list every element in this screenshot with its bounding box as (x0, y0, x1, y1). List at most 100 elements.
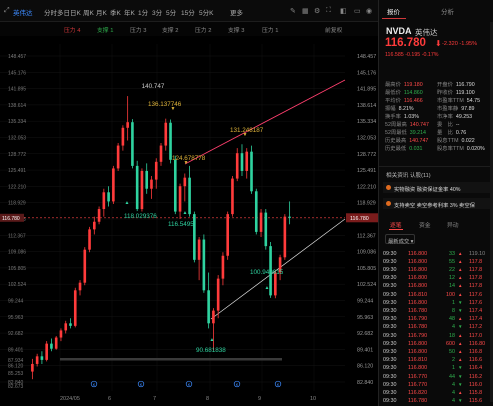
indicator-toggle[interactable]: 压力 3 (130, 25, 146, 34)
price-change: -2.320 -1.95% (442, 41, 478, 47)
fullscreen-icon[interactable]: ⛶ (326, 7, 331, 15)
indicator-toggle[interactable]: 压力 4 (64, 25, 80, 34)
candle-body (259, 212, 263, 232)
timeframe-tab[interactable]: 3分 (152, 7, 162, 17)
pivot-marker-icon: ▼ (171, 106, 176, 112)
trade-price: 116.800 (408, 258, 428, 265)
trade-time: 09:30 (383, 258, 397, 265)
timeframe-tab[interactable]: 月K (96, 7, 107, 17)
indicator-toggle[interactable]: 压力 1 (262, 25, 278, 34)
candle-body (88, 229, 91, 250)
timeframe-tab[interactable]: 日K (70, 7, 81, 17)
candle-body (97, 209, 101, 222)
trade-direction-icon: ▲ (458, 389, 463, 395)
indicator-toggle[interactable]: 支撑 1 (97, 25, 113, 34)
candle-body (212, 310, 215, 324)
quote-stat: 股息TTM 0.022 (437, 136, 475, 144)
price-tag-left-text: 116.780 (2, 216, 20, 222)
timeframe-tab[interactable]: 分时 (44, 7, 57, 17)
ticker-symbol: NVDA (386, 26, 412, 36)
candle-body (116, 145, 120, 169)
candle-body (135, 165, 139, 210)
y-tick-label-left: 87.934 (8, 358, 24, 364)
price-annotation: 124.678778 (172, 155, 206, 162)
y-tick-label: 92.682 (357, 331, 373, 337)
timeframe-tab[interactable]: 5分 (166, 7, 176, 17)
order-book-price: 116.4 (469, 365, 483, 372)
subtab-movement[interactable]: 异动 (447, 220, 459, 229)
trade-volume: 14 (449, 283, 455, 290)
trade-direction-icon: ▲ (458, 340, 463, 346)
y-tick-label-left: 141.895 (8, 87, 26, 93)
trade-direction-icon: ▲ (458, 348, 463, 354)
layout-icon[interactable]: ◧ (340, 7, 347, 15)
timeframe-tab[interactable]: 5分K (199, 7, 213, 17)
order-book-price: 116.6 (469, 357, 483, 364)
y-tick-label: 118.929 (357, 201, 376, 207)
margin-notice[interactable]: 实物融资 融资保证金率 40% (383, 182, 491, 193)
trade-direction-icon: ▼ (458, 373, 463, 379)
trade-price: 116.820 (408, 389, 428, 396)
timeframe-tab[interactable]: 季K (110, 7, 121, 17)
toolbar-main-label[interactable]: 英伟达 (13, 7, 33, 17)
order-book-price: 115.8 (469, 389, 483, 396)
tab-analysis[interactable]: 分析 (441, 6, 454, 16)
timeframe-tab[interactable]: 多日 (57, 7, 70, 17)
trade-time: 09:30 (383, 299, 397, 306)
trade-price: 116.770 (408, 373, 428, 380)
trade-direction-icon: ▲ (458, 275, 463, 281)
candle-body (173, 159, 177, 212)
y-tick-label: 99.244 (357, 299, 373, 305)
divider (379, 166, 493, 167)
drawing-tool-icon[interactable]: ✎ (290, 7, 296, 15)
short-notice[interactable]: 支持卖空 卖空参考利率 3% 卖空保 (383, 198, 491, 209)
candle-body (45, 343, 48, 360)
timeframe-tab[interactable]: 15分 (181, 7, 195, 17)
trade-time: 09:30 (383, 357, 397, 364)
y-tick-label: 112.367 (357, 233, 376, 239)
more-button[interactable]: 更多 (230, 7, 243, 17)
indicator-toggle[interactable]: 压力 2 (195, 25, 211, 34)
trade-time: 09:30 (383, 398, 397, 405)
order-book-price: 117.6 (469, 291, 483, 298)
y-tick-label: 135.334 (357, 119, 376, 125)
quote-stat: 换手率 1.03% (385, 112, 419, 120)
y-tick-label-left: 118.929 (8, 201, 26, 207)
quote-stat: 开盘价 116.790 (437, 80, 475, 88)
subtab-capital[interactable]: 资金 (419, 220, 431, 229)
y-tick-label: 105.805 (357, 266, 376, 272)
candlestick-chart[interactable]: 148.457 145.176 141.895 138.614 135.334 132.0… (0, 36, 378, 406)
tab-quote[interactable]: 报价 (387, 6, 400, 16)
trade-price: 116.770 (408, 381, 428, 388)
y-tick-label: 82.840 (357, 380, 373, 386)
timeframe-tab[interactable]: 1分 (138, 7, 148, 17)
resistance-trendline[interactable] (184, 79, 346, 165)
related-news-title[interactable]: 相关资讯 认股(11) (386, 171, 431, 179)
expand-icon[interactable]: ⤢ (4, 7, 10, 15)
pivot-marker-icon: ▲ (125, 200, 130, 206)
indicator-toggle[interactable]: 前复权 (325, 25, 342, 34)
trade-volume: 4 (452, 381, 455, 388)
trade-direction-icon: ▲ (458, 357, 463, 363)
order-book-price: 115.6 (469, 398, 483, 405)
candle-body (240, 153, 244, 171)
subtab-ticks[interactable]: 逐笔 (390, 220, 402, 229)
grid-icon[interactable]: ▦ (302, 7, 309, 15)
timeframe-tab[interactable]: 年K (124, 7, 135, 17)
timeframe-tab[interactable]: 周K (83, 7, 94, 17)
order-book-price: 117.8 (469, 258, 483, 265)
trade-direction-icon: ▲ (458, 332, 463, 338)
y-tick-label: 145.176 (357, 70, 376, 76)
candle-body (92, 221, 96, 230)
camera-icon[interactable]: ◉ (366, 7, 372, 15)
window-icon[interactable]: ▭ (354, 7, 361, 15)
indicator-toggle[interactable]: 支撑 2 (162, 25, 178, 34)
x-tick-label: 7 (153, 396, 156, 402)
trade-volume: 2 (452, 357, 455, 364)
settings-icon[interactable]: ⚙ (314, 7, 320, 15)
candle-body (121, 127, 125, 146)
candle-body (207, 290, 210, 324)
filter-dropdown[interactable]: 最新成交 ▾ (385, 234, 415, 245)
info-dot-icon (386, 201, 391, 206)
indicator-toggle[interactable]: 支撑 3 (228, 25, 244, 34)
